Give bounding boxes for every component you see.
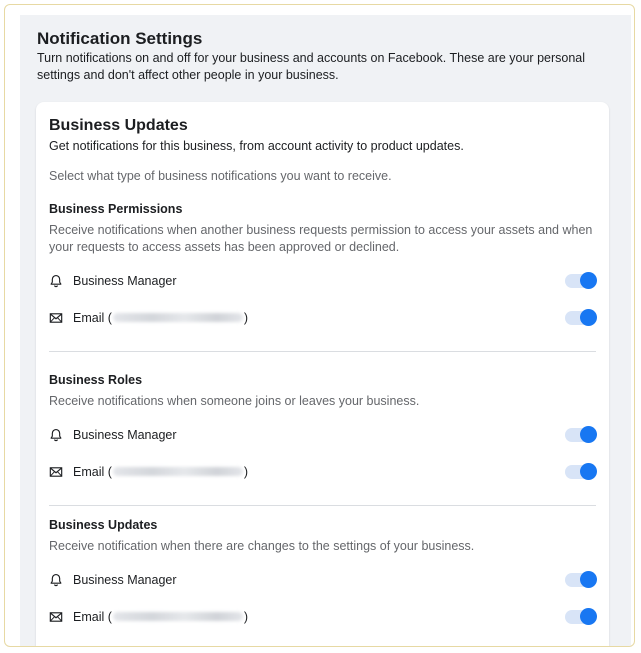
bell-icon [50,428,62,441]
settings-page: Notification Settings Turn notifications… [20,15,631,646]
section-divider [49,505,596,506]
row-label-suffix: ) [243,609,249,624]
business-updates-card: Business Updates Get notifications for t… [36,102,609,646]
redacted-email [112,313,243,322]
row-label-prefix: Email ( [73,310,112,325]
toggle-switch[interactable] [565,463,597,480]
notification-row-email: Email () [49,598,597,635]
row-label: Business Manager [73,273,177,288]
row-label-suffix: ) [243,464,249,479]
section-divider [49,351,596,352]
row-label: Business Manager [73,427,177,442]
envelope-icon [49,611,63,622]
card-prompt: Select what type of business notificatio… [49,169,392,183]
envelope-icon [49,312,63,323]
toggle-switch[interactable] [565,426,597,443]
row-label-prefix: Email ( [73,464,112,479]
card-subtitle: Get notifications for this business, fro… [49,139,464,153]
section-title: Business Roles [49,373,143,387]
section-business-updates: Business Updates Receive notification wh… [49,517,597,646]
row-label: Business Manager [73,572,177,587]
screenshot-frame: Notification Settings Turn notifications… [4,4,635,647]
section-title: Business Permissions [49,202,183,216]
card-title: Business Updates [49,117,188,134]
page-description: Turn notifications on and off for your b… [37,51,586,82]
notification-row-business-manager: Business Manager [49,561,597,598]
section-business-permissions: Business Permissions Receive notificatio… [49,201,597,352]
section-business-roles: Business Roles Receive notifications whe… [49,372,597,506]
page-title: Notification Settings [37,29,203,48]
section-description: Receive notifications when another busin… [49,223,593,254]
section-description: Receive notifications when someone joins… [49,394,420,408]
toggle-switch[interactable] [565,272,597,289]
envelope-icon [49,466,63,477]
toggle-switch[interactable] [565,608,597,625]
bell-icon [50,573,62,586]
notification-row-email: Email () [49,453,597,490]
notification-row-business-manager: Business Manager [49,262,597,299]
notification-row-business-manager: Business Manager [49,416,597,453]
bell-icon [50,274,62,287]
toggle-switch[interactable] [565,309,597,326]
section-description: Receive notification when there are chan… [49,539,475,553]
row-label-prefix: Email ( [73,609,112,624]
toggle-switch[interactable] [565,571,597,588]
section-title: Business Updates [49,518,158,532]
notification-row-email: Email () [49,299,597,336]
redacted-email [112,612,243,621]
row-label-suffix: ) [243,310,249,325]
redacted-email [112,467,243,476]
